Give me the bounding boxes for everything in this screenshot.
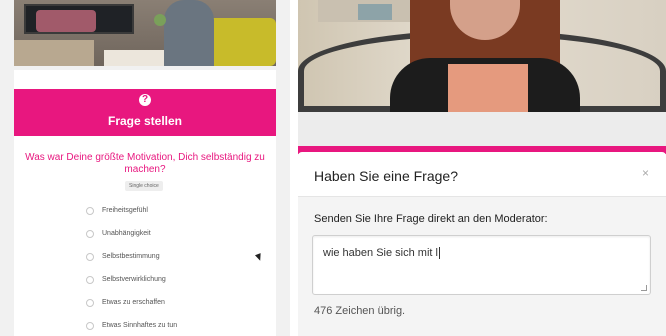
- close-icon[interactable]: ×: [642, 166, 649, 180]
- question-textarea-value: wie haben Sie sich mit l: [323, 246, 440, 260]
- poll-option-label: Unabhängigkeit: [102, 230, 151, 237]
- poll-option[interactable]: Etwas Sinnhaftes zu tun: [86, 319, 266, 333]
- video-tv-screen: [36, 10, 96, 32]
- ask-question-title: Frage stellen: [107, 114, 183, 128]
- poll-option-label: Selbstverwirklichung: [102, 276, 166, 283]
- video-tv: [24, 4, 134, 34]
- question-text: wie haben Sie sich mit l: [323, 247, 438, 259]
- video-speaker-top: [448, 64, 528, 112]
- radio-button[interactable]: [86, 253, 94, 261]
- panel-divider: [290, 0, 298, 336]
- video-plant: [154, 14, 166, 26]
- poll-option[interactable]: Freiheitsgefühl: [86, 204, 266, 218]
- modal-body: Senden Sie Ihre Frage direkt an den Mode…: [298, 197, 666, 336]
- right-video-feed: [298, 0, 666, 112]
- poll-option[interactable]: Unabhängigkeit: [86, 227, 266, 241]
- question-textarea[interactable]: wie haben Sie sich mit l: [312, 235, 651, 295]
- right-panel: Haben Sie eine Frage? × Senden Sie Ihre …: [298, 0, 666, 336]
- radio-button[interactable]: [86, 299, 94, 307]
- characters-remaining: 476 Zeichen übrig.: [314, 305, 406, 317]
- poll-option-label: Etwas zu erschaffen: [102, 299, 165, 306]
- resize-handle-icon[interactable]: [641, 285, 647, 291]
- choice-type-badge: Single choice: [125, 181, 163, 191]
- left-video-feed: [14, 0, 276, 66]
- ask-question-header[interactable]: ? Frage stellen: [14, 89, 276, 136]
- poll-option-label: Freiheitsgefühl: [102, 207, 148, 214]
- video-table: [104, 50, 164, 66]
- video-person: [164, 0, 214, 66]
- radio-button[interactable]: [86, 276, 94, 284]
- left-panel: ? Frage stellen Was war Deine größte Mot…: [0, 0, 290, 336]
- modal-title: Haben Sie eine Frage?: [314, 168, 458, 184]
- poll-option-label: Selbstbestimmung: [102, 253, 160, 260]
- poll-option-label: Etwas Sinnhaftes zu tun: [102, 322, 178, 329]
- video-floor: [14, 40, 94, 66]
- poll-option[interactable]: Selbstverwirklichung: [86, 273, 266, 287]
- question-circle-icon: ?: [139, 94, 151, 106]
- question-modal: Haben Sie eine Frage? × Senden Sie Ihre …: [298, 152, 666, 336]
- radio-button[interactable]: [86, 230, 94, 238]
- text-caret: [438, 247, 440, 260]
- video-picture-frame: [358, 4, 392, 20]
- poll-card: ? Frage stellen Was war Deine größte Mot…: [14, 70, 276, 336]
- poll-option[interactable]: Etwas zu erschaffen: [86, 296, 266, 310]
- question-field-label: Senden Sie Ihre Frage direkt an den Mode…: [314, 213, 548, 225]
- poll-option[interactable]: Selbstbestimmung: [86, 250, 266, 264]
- radio-button[interactable]: [86, 322, 94, 330]
- radio-button[interactable]: [86, 207, 94, 215]
- poll-question: Was war Deine größte Motivation, Dich se…: [25, 152, 265, 175]
